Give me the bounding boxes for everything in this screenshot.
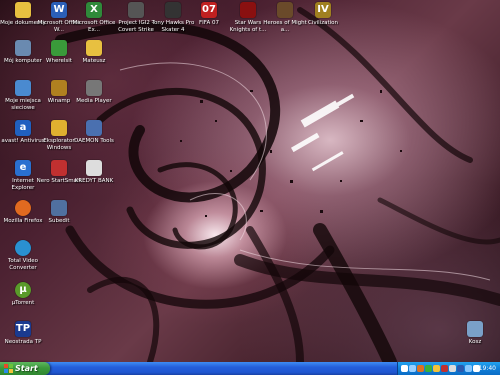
windows-logo-icon — [4, 364, 13, 373]
folder-documents-icon — [15, 2, 31, 18]
antivirus-tray-icon[interactable] — [417, 365, 424, 372]
network-icon — [15, 80, 31, 96]
desktop-icon-utorrent[interactable]: µ µTorrent — [0, 282, 46, 307]
word-icon: W — [51, 2, 67, 18]
icon-label: KREDYT BANK — [74, 178, 114, 184]
folder-icon — [86, 40, 102, 56]
fifa-icon: 07 — [201, 2, 217, 18]
tray-icon[interactable] — [441, 365, 448, 372]
tray-icon[interactable] — [449, 365, 456, 372]
tp-icon: TP — [15, 321, 31, 337]
start-button[interactable]: Start — [0, 362, 50, 375]
tray-icon[interactable] — [457, 365, 464, 372]
excel-icon: X — [86, 2, 102, 18]
daemon-tools-icon — [86, 120, 102, 136]
icon-label: DAEMON Tools — [74, 138, 114, 144]
desktop-icon-total-video-converter[interactable]: Total Video Converter — [0, 240, 46, 271]
desktop-icon-subedit[interactable]: Subedit — [36, 200, 82, 225]
messenger-tray-icon[interactable] — [425, 365, 432, 372]
desktop-icon-recycle-bin[interactable]: Kosz — [452, 321, 498, 346]
video-converter-icon — [15, 240, 31, 256]
nero-icon — [51, 160, 67, 176]
utorrent-icon: µ — [15, 282, 31, 298]
app-icon — [51, 40, 67, 56]
system-tray: 19:40 — [397, 362, 500, 375]
desktop-icon-daemon-tools[interactable]: DAEMON Tools — [71, 120, 117, 145]
game-icon — [277, 2, 293, 18]
document-icon — [86, 160, 102, 176]
recycle-bin-icon — [467, 321, 483, 337]
icon-label: µTorrent — [11, 300, 35, 306]
app-icon — [51, 200, 67, 216]
game-icon — [165, 2, 181, 18]
game-icon — [240, 2, 256, 18]
icon-label: Total Video Converter — [7, 258, 38, 271]
icon-label: Kosz — [468, 339, 482, 345]
computer-icon — [15, 40, 31, 56]
volume-tray-icon[interactable] — [409, 365, 416, 372]
network-tray-icon[interactable] — [401, 365, 408, 372]
start-label: Start — [15, 364, 38, 373]
update-tray-icon[interactable] — [433, 365, 440, 372]
icon-label: Neostrada TP — [4, 339, 42, 345]
desktop-icon-excel[interactable]: X Microsoft Office Ex... — [71, 2, 117, 33]
tray-icon[interactable] — [465, 365, 472, 372]
explorer-icon — [51, 120, 67, 136]
game-icon: IV — [315, 2, 331, 18]
internet-explorer-icon: e — [15, 160, 31, 176]
firefox-icon — [15, 200, 31, 216]
game-icon — [128, 2, 144, 18]
desktop-icon-neostrada-tp[interactable]: TP Neostrada TP — [0, 321, 46, 346]
winamp-icon — [51, 80, 67, 96]
desktop-icon-mateusz[interactable]: Mateusz — [71, 40, 117, 65]
icon-label: Civilization — [307, 20, 338, 26]
icon-label: Subedit — [48, 218, 70, 224]
icon-label: Mateusz — [82, 58, 106, 64]
clock[interactable]: 19:40 — [479, 362, 496, 375]
desktop-icon-media-player[interactable]: Media Player — [71, 80, 117, 105]
taskbar: Start 19:40 — [0, 362, 500, 375]
desktop: Moje dokumenty W Microsoft Office W... X… — [0, 0, 500, 362]
desktop-icon-civilization[interactable]: IV Civilization — [300, 2, 346, 27]
icon-label: Microsoft Office Ex... — [72, 20, 116, 33]
antivirus-icon: a — [15, 120, 31, 136]
media-player-icon — [86, 80, 102, 96]
desktop-icon-kredyt-bank[interactable]: KREDYT BANK — [71, 160, 117, 185]
icon-label: Media Player — [76, 98, 112, 104]
